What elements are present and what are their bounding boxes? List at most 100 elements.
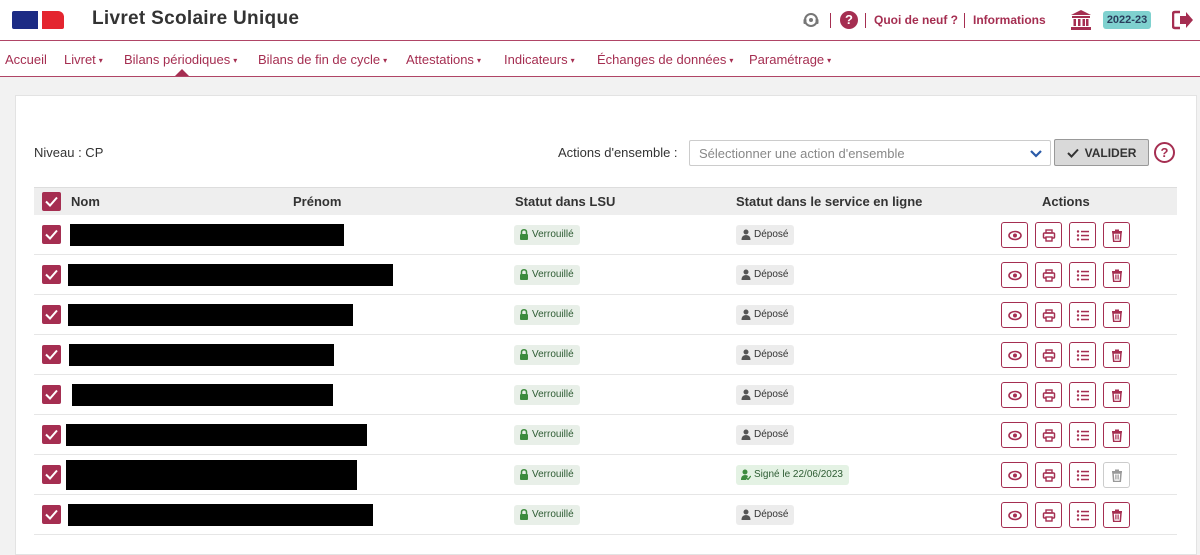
app-title: Livret Scolaire Unique <box>92 8 300 29</box>
nav-item-indicateurs[interactable]: Indicateurs ▾ <box>504 52 575 67</box>
nav-item-attestations[interactable]: Attestations ▾ <box>406 52 481 67</box>
eye-icon <box>1008 270 1022 281</box>
row-checkbox[interactable] <box>42 465 61 484</box>
table-row: Verrouillé Déposé <box>34 215 1177 255</box>
nav-item-label: Échanges de données <box>597 52 727 67</box>
view-button[interactable] <box>1001 222 1028 248</box>
details-button[interactable] <box>1069 342 1096 368</box>
view-button[interactable] <box>1001 422 1028 448</box>
view-button[interactable] <box>1001 502 1028 528</box>
nav-item-bilans-periodiques[interactable]: Bilans périodiques ▾ <box>124 52 237 67</box>
view-button[interactable] <box>1001 342 1028 368</box>
print-button[interactable] <box>1035 382 1062 408</box>
lsu-status-text: Verrouillé <box>532 469 574 480</box>
details-button[interactable] <box>1069 502 1096 528</box>
validate-button-label: VALIDER <box>1084 145 1137 160</box>
print-button[interactable] <box>1035 462 1062 488</box>
nav-item-livret[interactable]: Livret ▾ <box>64 52 103 67</box>
details-button[interactable] <box>1069 462 1096 488</box>
view-button[interactable] <box>1001 262 1028 288</box>
trash-icon <box>1112 309 1122 322</box>
row-checkbox[interactable] <box>42 505 61 524</box>
print-button[interactable] <box>1035 302 1062 328</box>
delete-button[interactable] <box>1103 222 1130 248</box>
row-checkbox[interactable] <box>42 385 61 404</box>
service-status-text: Signé le 22/06/2023 <box>754 469 843 480</box>
trash-icon <box>1112 429 1122 442</box>
details-button[interactable] <box>1069 302 1096 328</box>
whats-new-link[interactable]: Quoi de neuf ? <box>874 13 958 27</box>
print-button[interactable] <box>1035 222 1062 248</box>
view-button[interactable] <box>1001 462 1028 488</box>
service-status-badge: Déposé <box>736 225 795 245</box>
delete-button[interactable] <box>1103 262 1130 288</box>
user-icon <box>741 389 751 400</box>
table-row: Verrouillé Déposé <box>34 495 1177 535</box>
row-checkbox[interactable] <box>42 345 61 364</box>
caret-down-icon: ▾ <box>383 56 388 66</box>
lock-icon <box>520 229 528 240</box>
list-icon <box>1076 510 1089 521</box>
institution-icon[interactable] <box>1070 9 1092 31</box>
user-icon <box>741 349 751 360</box>
print-button[interactable] <box>1035 262 1062 288</box>
print-icon <box>1042 429 1056 442</box>
header-separator <box>830 13 831 28</box>
view-button[interactable] <box>1001 302 1028 328</box>
details-button[interactable] <box>1069 262 1096 288</box>
delete-button[interactable] <box>1103 382 1130 408</box>
lsu-status-badge: Verrouillé <box>514 265 580 285</box>
trash-icon <box>1112 349 1122 362</box>
details-button[interactable] <box>1069 222 1096 248</box>
delete-button[interactable] <box>1103 462 1130 488</box>
help-icon[interactable]: ? <box>840 11 858 29</box>
eye-icon <box>1008 230 1022 241</box>
bulk-action-select[interactable]: Sélectionner une action d'ensemble <box>689 140 1051 166</box>
service-status-text: Déposé <box>754 509 789 520</box>
row-checkbox[interactable] <box>42 305 61 324</box>
service-status-badge: Déposé <box>736 305 795 325</box>
table-row: Verrouillé Déposé <box>34 335 1177 375</box>
lsu-status-text: Verrouillé <box>532 509 574 520</box>
nav-item-label: Accueil <box>5 52 47 67</box>
redacted-name <box>66 424 367 446</box>
help-icon[interactable]: ? <box>1154 142 1175 163</box>
print-button[interactable] <box>1035 422 1062 448</box>
print-button[interactable] <box>1035 502 1062 528</box>
caret-down-icon: ▾ <box>570 56 575 66</box>
service-status-text: Déposé <box>754 349 789 360</box>
print-icon <box>1042 229 1056 242</box>
lock-icon <box>520 389 528 400</box>
column-header-nom[interactable]: Nom <box>71 194 100 209</box>
select-all-checkbox[interactable] <box>42 192 61 211</box>
lsu-status-badge: Verrouillé <box>514 225 580 245</box>
print-button[interactable] <box>1035 342 1062 368</box>
lsu-status-text: Verrouillé <box>532 389 574 400</box>
lock-icon <box>520 469 528 480</box>
user-icon <box>741 509 751 520</box>
school-year-badge[interactable]: 2022-23 <box>1103 11 1151 29</box>
row-checkbox[interactable] <box>42 265 61 284</box>
details-button[interactable] <box>1069 382 1096 408</box>
nav-item-parametrage[interactable]: Paramétrage ▾ <box>749 52 831 67</box>
row-checkbox[interactable] <box>42 225 61 244</box>
table-row: Verrouillé Déposé <box>34 415 1177 455</box>
lsu-status-badge: Verrouillé <box>514 305 580 325</box>
delete-button[interactable] <box>1103 422 1130 448</box>
informations-link[interactable]: Informations <box>973 13 1046 27</box>
lsu-status-text: Verrouillé <box>532 349 574 360</box>
support-headset-icon[interactable] <box>802 11 820 29</box>
caret-down-icon: ▾ <box>827 56 832 66</box>
nav-item-accueil[interactable]: Accueil <box>5 52 47 67</box>
logout-icon[interactable] <box>1172 10 1194 30</box>
nav-item-echanges-de-donnees[interactable]: Échanges de données ▾ <box>597 52 733 67</box>
delete-button[interactable] <box>1103 342 1130 368</box>
delete-button[interactable] <box>1103 302 1130 328</box>
delete-button[interactable] <box>1103 502 1130 528</box>
view-button[interactable] <box>1001 382 1028 408</box>
row-checkbox[interactable] <box>42 425 61 444</box>
details-button[interactable] <box>1069 422 1096 448</box>
validate-button[interactable]: VALIDER <box>1054 139 1149 166</box>
column-header-prenom[interactable]: Prénom <box>293 194 341 209</box>
nav-item-bilans-fin-de-cycle[interactable]: Bilans de fin de cycle ▾ <box>258 52 387 67</box>
